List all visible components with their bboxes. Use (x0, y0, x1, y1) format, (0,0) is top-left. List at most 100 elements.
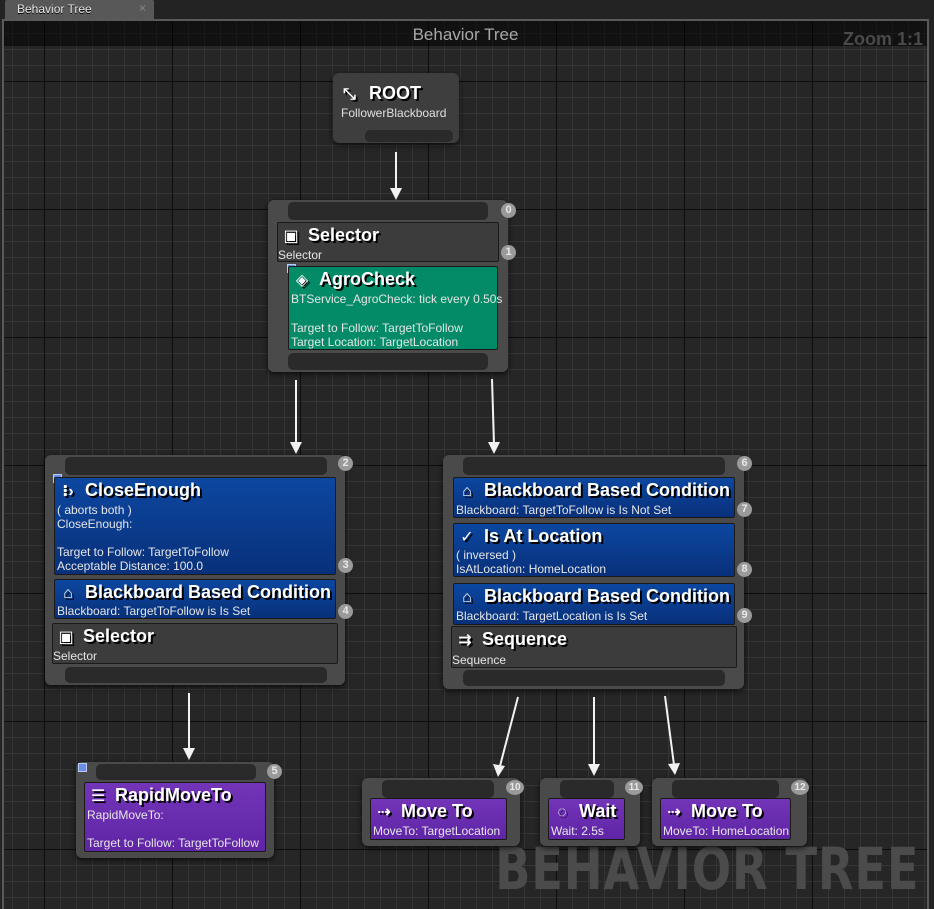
task-wait[interactable]: ◌ Wait Wait: 2.5s (548, 798, 625, 840)
rapid-move-icon: ☰ (90, 788, 106, 805)
output-pin[interactable] (463, 670, 725, 686)
task-title-row: ◌ Wait (551, 801, 616, 822)
decorator-line: ( aborts both ) (57, 503, 132, 517)
graph-title-bar: Behavior Tree Zoom 1:1 (4, 21, 927, 49)
task-title: Move To (401, 801, 473, 821)
execution-index: 12 (791, 780, 809, 795)
tab-behavior-tree[interactable]: Behavior Tree × (5, 0, 154, 19)
service-line: BTService_AgroCheck: tick every 0.50s (291, 292, 503, 306)
graph-title: Behavior Tree (412, 25, 519, 44)
task-title: Move To (691, 801, 763, 821)
decorator-line: Target to Follow: TargetToFollow (57, 545, 229, 559)
decorator-icon: ⁝› (62, 483, 74, 500)
wait-icon: ◌ (557, 804, 567, 821)
task-node-move-to-home[interactable]: 12 ⇢ Move To MoveTo: HomeLocation (652, 778, 809, 846)
input-pin[interactable] (288, 202, 488, 220)
output-pin[interactable] (65, 667, 327, 683)
composite-title-row: ⇉ Sequence (454, 629, 567, 650)
task-move-to[interactable]: ⇢ Move To MoveTo: HomeLocation (660, 798, 791, 840)
decorator-line: Blackboard: TargetLocation is Is Set (456, 609, 648, 623)
service-agrocheck[interactable]: ◈ AgroCheck BTService_AgroCheck: tick eve… (288, 266, 502, 350)
sequence-node-right[interactable]: 6 ⌂ Blackboard Based Condition Blackboard… (443, 455, 752, 689)
task-node-rapid-move-to[interactable]: 5 ☰ RapidMoveTo RapidMoveTo: Target to Fo… (76, 762, 282, 858)
execution-index: 1 (501, 245, 516, 260)
tab-label: Behavior Tree (17, 2, 92, 16)
decorator-title-row: ⌂ Blackboard Based Condition (456, 480, 730, 501)
task-rapid-move-to[interactable]: ☰ RapidMoveTo RapidMoveTo: Target to Foll… (84, 782, 266, 852)
selector-node-main[interactable]: 0 ▣ Selector Selector 1 ◈ AgroCheck BTServ… (268, 200, 516, 372)
move-to-icon: ⇢ (377, 804, 391, 821)
blackboard-icon: ⌂ (462, 589, 472, 606)
decorator-line: IsAtLocation: HomeLocation (456, 562, 607, 576)
composite-subtitle: Selector (53, 649, 98, 663)
breakpoint-marker (78, 763, 87, 772)
root-node[interactable]: ⤡ ROOT FollowerBlackboard (333, 73, 459, 143)
decorator-blackboard-condition[interactable]: ⌂ Blackboard Based Condition Blackboard: … (453, 477, 735, 518)
decorator-title-row: ⌂ Blackboard Based Condition (456, 586, 730, 607)
input-pin[interactable] (96, 764, 256, 780)
task-node-move-to-target[interactable]: 10 ⇢ Move To MoveTo: TargetLocation (362, 778, 524, 846)
tab-bar: Behavior Tree × (0, 0, 934, 19)
close-icon[interactable]: × (139, 1, 146, 15)
execution-index: 5 (267, 764, 282, 779)
service-icon: ◈ (295, 272, 309, 289)
root-blackboard: FollowerBlackboard (341, 106, 447, 120)
input-pin[interactable] (382, 780, 494, 798)
execution-index: 11 (625, 780, 643, 795)
decorator-line: Acceptable Distance: 100.0 (57, 559, 204, 573)
composite-selector[interactable]: ▣ Selector Selector (52, 623, 338, 664)
root-icon: ⤡ (343, 86, 356, 103)
execution-index: 2 (338, 456, 353, 471)
composite-subtitle: Sequence (452, 653, 507, 667)
service-title-row: ◈ AgroCheck (291, 269, 415, 290)
decorator-line: ( inversed ) (456, 548, 517, 562)
task-title: Wait (579, 801, 617, 821)
output-pin[interactable] (365, 130, 453, 142)
service-line: Target Location: TargetLocation (291, 335, 459, 349)
task-title-row: ☰ RapidMoveTo (87, 785, 232, 806)
output-pin[interactable] (288, 353, 488, 370)
service-title: AgroCheck (319, 269, 416, 289)
input-pin[interactable] (65, 457, 327, 475)
input-pin[interactable] (463, 457, 725, 475)
composite-title: Sequence (482, 629, 568, 649)
task-line: MoveTo: HomeLocation (663, 824, 790, 838)
execution-index: 6 (737, 456, 752, 471)
selector-icon: ▣ (283, 228, 299, 245)
composite-title: Selector (83, 626, 155, 646)
task-move-to[interactable]: ⇢ Move To MoveTo: TargetLocation (370, 798, 507, 840)
composite-title-row: ▣ Selector (280, 225, 379, 246)
composite-title: Selector (308, 225, 380, 245)
decorator-title-row: ⁝› CloseEnough (57, 480, 201, 501)
decorator-title-row: ✓ Is At Location (456, 526, 602, 547)
decorator-blackboard-condition[interactable]: ⌂ Blackboard Based Condition Blackboard: … (453, 583, 735, 625)
decorator-title: Blackboard Based Condition (85, 582, 332, 602)
task-line: MoveTo: TargetLocation (373, 824, 501, 838)
task-node-wait[interactable]: 11 ◌ Wait Wait: 2.5s (540, 778, 643, 846)
service-line: Target to Follow: TargetToFollow (291, 321, 463, 335)
decorator-title: Is At Location (484, 526, 603, 546)
root-title: ROOT (369, 83, 421, 103)
composite-sequence[interactable]: ⇉ Sequence Sequence (451, 626, 737, 668)
decorator-is-at-location[interactable]: ✓ Is At Location ( inversed ) IsAtLocatio… (453, 523, 735, 577)
execution-index: 7 (737, 502, 752, 517)
input-pin[interactable] (560, 780, 614, 798)
input-pin[interactable] (672, 780, 779, 798)
decorator-blackboard-condition[interactable]: ⌂ Blackboard Based Condition Blackboard: … (54, 579, 336, 619)
decorator-title: CloseEnough (85, 480, 201, 500)
composite-selector[interactable]: ▣ Selector Selector (277, 222, 499, 262)
sequence-icon: ⇉ (458, 632, 472, 649)
task-title-row: ⇢ Move To (663, 801, 763, 822)
decorator-title-row: ⌂ Blackboard Based Condition (57, 582, 331, 603)
decorator-close-enough[interactable]: ⁝› CloseEnough ( aborts both ) CloseEnoug… (54, 477, 336, 575)
root-title-row: ⤡ ROOT (343, 83, 421, 104)
blackboard-icon: ⌂ (63, 585, 73, 602)
execution-index: 0 (501, 203, 516, 218)
task-title-row: ⇢ Move To (373, 801, 473, 822)
location-icon: ✓ (460, 529, 474, 546)
execution-index: 3 (338, 558, 353, 573)
task-line: Target to Follow: TargetToFollow (87, 836, 259, 850)
zoom-level: Zoom 1:1 (842, 29, 923, 49)
execution-index: 9 (737, 608, 752, 623)
selector-node-left[interactable]: 2 ⁝› CloseEnough ( aborts both ) CloseEno… (45, 455, 353, 685)
